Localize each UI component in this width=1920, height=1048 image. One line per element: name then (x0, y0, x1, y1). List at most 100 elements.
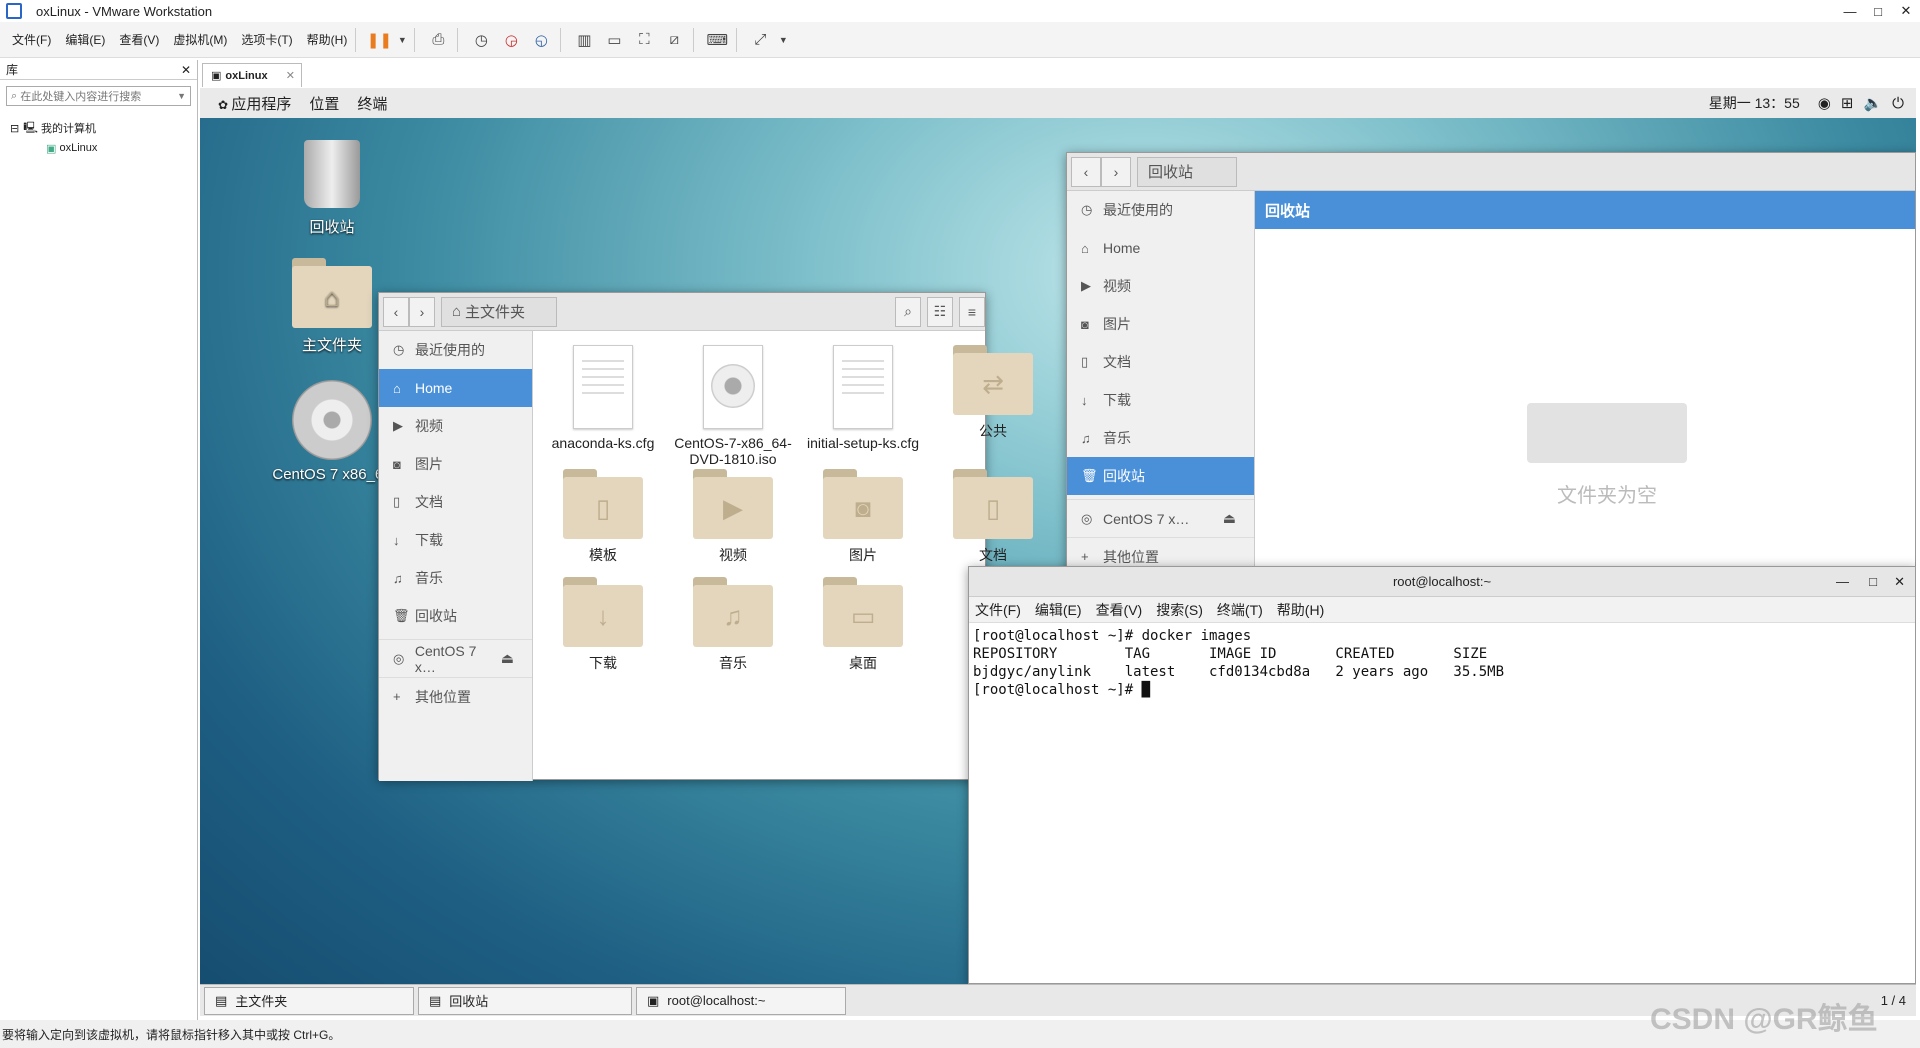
document-icon: ▯ (393, 494, 401, 509)
file-item[interactable]: CentOS-7-x86_64-DVD-1810.iso (663, 345, 803, 467)
file-item[interactable]: ♫ 音乐 (663, 577, 803, 673)
taskbar-item-terminal[interactable]: ▣ root@localhost:~ (636, 986, 846, 1015)
revert-snapshot-icon[interactable]: ◶ (498, 27, 524, 53)
sidebar-item-cd[interactable]: ◎ CentOS 7 x… ⏏ (379, 639, 532, 677)
pause-icon[interactable]: ❚❚ (366, 27, 392, 53)
sidebar-item-recent[interactable]: ◷ 最近使用的 (1067, 191, 1254, 229)
sidebar-item-videos[interactable]: ▶ 视频 (1067, 267, 1254, 305)
close-icon[interactable]: ✕ (286, 69, 295, 82)
menu-file[interactable]: 文件(F) (12, 31, 51, 48)
document-icon: ▯ (1081, 354, 1089, 369)
maximize-icon[interactable]: □ (1864, 0, 1892, 22)
places-menu[interactable]: 位置 (309, 93, 339, 114)
desktop-home[interactable]: ⌂ 主文件夹 (272, 258, 392, 355)
menu-tabs[interactable]: 选项卡(T) (241, 31, 292, 48)
sidebar-item-documents[interactable]: ▯ 文档 (1067, 343, 1254, 381)
minimize-icon[interactable]: — (1836, 0, 1864, 22)
file-item[interactable]: initial-setup-ks.cfg (793, 345, 933, 451)
vm-screen[interactable]: ✿ 应用程序 位置 终端 星期一 13：55 ◉ ⊞ 🔈 ⏻ 回收站 ⌂ 主文件… (200, 88, 1916, 1016)
file-item[interactable]: anaconda-ks.cfg (533, 345, 673, 451)
menu-edit[interactable]: 编辑(E) (65, 31, 105, 48)
file-item[interactable]: ▶ 视频 (663, 469, 803, 565)
terminal-menu[interactable]: 终端 (357, 93, 387, 114)
sidebar-item-pictures[interactable]: ◙ 图片 (1067, 305, 1254, 343)
snapshot-icon[interactable]: ◷ (468, 27, 494, 53)
file-item[interactable]: ▭ 桌面 (793, 577, 933, 673)
console-icon[interactable]: ⌨ (704, 27, 730, 53)
term-menu-file[interactable]: 文件(F) (975, 600, 1021, 620)
view-list-icon[interactable]: ☷ (927, 296, 954, 327)
unity-icon[interactable]: ⧄ (661, 27, 687, 53)
close-icon[interactable]: ✕ (181, 63, 191, 77)
menu-icon[interactable]: ≡ (959, 296, 985, 327)
taskbar-item-trash[interactable]: ▤ 回收站 (418, 986, 632, 1015)
stretch-icon[interactable]: ⤢ (747, 27, 773, 53)
tree-my-computer[interactable]: ⊟ 🖳 我的计算机 (10, 118, 187, 138)
sidebar-item-music[interactable]: ♫ 音乐 (1067, 419, 1254, 457)
dropdown-icon[interactable]: ▼ (177, 91, 186, 101)
sidebar-item-downloads[interactable]: ↓ 下载 (1067, 381, 1254, 419)
tab-oxlinux[interactable]: ▣ oxLinux ✕ (202, 63, 302, 87)
forward-icon[interactable]: › (408, 296, 435, 327)
sidebar-item-videos[interactable]: ▶ 视频 (379, 407, 532, 445)
accessibility-icon[interactable]: ◉ (1818, 94, 1831, 112)
breadcrumb[interactable]: 回收站 (1137, 156, 1237, 187)
desktop-cd[interactable]: CentOS 7 x86_64 (272, 380, 392, 483)
apps-menu[interactable]: ✿ 应用程序 (218, 93, 291, 114)
terminal-output[interactable]: [root@localhost ~]# docker images REPOSIT… (969, 623, 1915, 703)
close-icon[interactable]: ✕ (1892, 0, 1920, 22)
sidebar-item-recent[interactable]: ◷ 最近使用的 (379, 331, 532, 369)
sidebar-item-documents[interactable]: ▯ 文档 (379, 483, 532, 521)
snapshot-manager-icon[interactable]: ◵ (528, 27, 554, 53)
file-item[interactable]: ⇄ 公共 (923, 345, 1063, 441)
term-menu-terminal[interactable]: 终端(T) (1217, 600, 1263, 620)
network-icon[interactable]: ⊞ (1841, 94, 1854, 112)
sidebar-item-music[interactable]: ♫ 音乐 (379, 559, 532, 597)
desktop-trash[interactable]: 回收站 (272, 140, 392, 237)
breadcrumb[interactable]: ⌂ 主文件夹 (440, 296, 558, 327)
sidebar-item-trash[interactable]: 🗑 回收站 (1067, 457, 1254, 495)
dropdown-icon[interactable]: ▼ (777, 27, 789, 53)
eject-icon[interactable]: ⏏ (501, 650, 514, 667)
file-item[interactable]: ◙ 图片 (793, 469, 933, 565)
watermark: CSDN @GR鲸鱼 (1650, 1003, 1878, 1036)
forward-icon[interactable]: › (1101, 156, 1131, 187)
file-item[interactable]: ▯ 文档 (923, 469, 1063, 565)
minimize-icon[interactable]: — (1836, 574, 1849, 589)
sidebar-item-home[interactable]: ⌂ Home (379, 369, 532, 407)
sidebar-item-home[interactable]: ⌂ Home (1067, 229, 1254, 267)
search-icon[interactable]: ⌕ (895, 296, 922, 327)
library-view-icon[interactable]: ▥ (571, 27, 597, 53)
eject-icon[interactable]: ⏏ (1223, 510, 1236, 527)
iso-file-icon (703, 345, 763, 429)
close-icon[interactable]: ✕ (1894, 574, 1905, 590)
maximize-icon[interactable]: □ (1869, 574, 1877, 589)
workspace-pager[interactable]: 1 / 4 (1881, 993, 1906, 1008)
term-menu-search[interactable]: 搜索(S) (1156, 600, 1203, 620)
sidebar-item-pictures[interactable]: ◙ 图片 (379, 445, 532, 483)
menu-view[interactable]: 查看(V) (119, 31, 159, 48)
fullscreen-icon[interactable]: ⛶ (631, 27, 657, 53)
library-search-input[interactable]: ⌕ 在此处键入内容进行搜索 ▼ (6, 86, 191, 106)
file-item[interactable]: ▯ 模板 (533, 469, 673, 565)
volume-icon[interactable]: 🔈 (1863, 94, 1882, 112)
sidebar-item-trash[interactable]: 🗑 回收站 (379, 597, 532, 635)
back-icon[interactable]: ‹ (1071, 156, 1101, 187)
term-menu-edit[interactable]: 编辑(E) (1035, 600, 1082, 620)
send-keys-icon[interactable]: ⎙ (425, 27, 451, 53)
clock[interactable]: 星期一 13：55 (1709, 93, 1800, 113)
dropdown-icon[interactable]: ▼ (396, 27, 408, 53)
term-menu-help[interactable]: 帮助(H) (1277, 600, 1324, 620)
menu-vm[interactable]: 虚拟机(M) (173, 31, 227, 48)
back-icon[interactable]: ‹ (383, 296, 409, 327)
sidebar-item-downloads[interactable]: ↓ 下载 (379, 521, 532, 559)
thumbnail-view-icon[interactable]: ▭ (601, 27, 627, 53)
menu-help[interactable]: 帮助(H) (307, 31, 348, 48)
sidebar-item-cd[interactable]: ◎ CentOS 7 x… ⏏ (1067, 499, 1254, 537)
tree-vm-oxlinux[interactable]: ▣ oxLinux (10, 138, 187, 158)
file-item[interactable]: ↓ 下载 (533, 577, 673, 673)
taskbar-item-home[interactable]: ▤ 主文件夹 (204, 986, 414, 1015)
power-icon[interactable]: ⏻ (1892, 95, 1904, 112)
term-menu-view[interactable]: 查看(V) (1096, 600, 1143, 620)
sidebar-item-other[interactable]: + 其他位置 (379, 677, 532, 715)
